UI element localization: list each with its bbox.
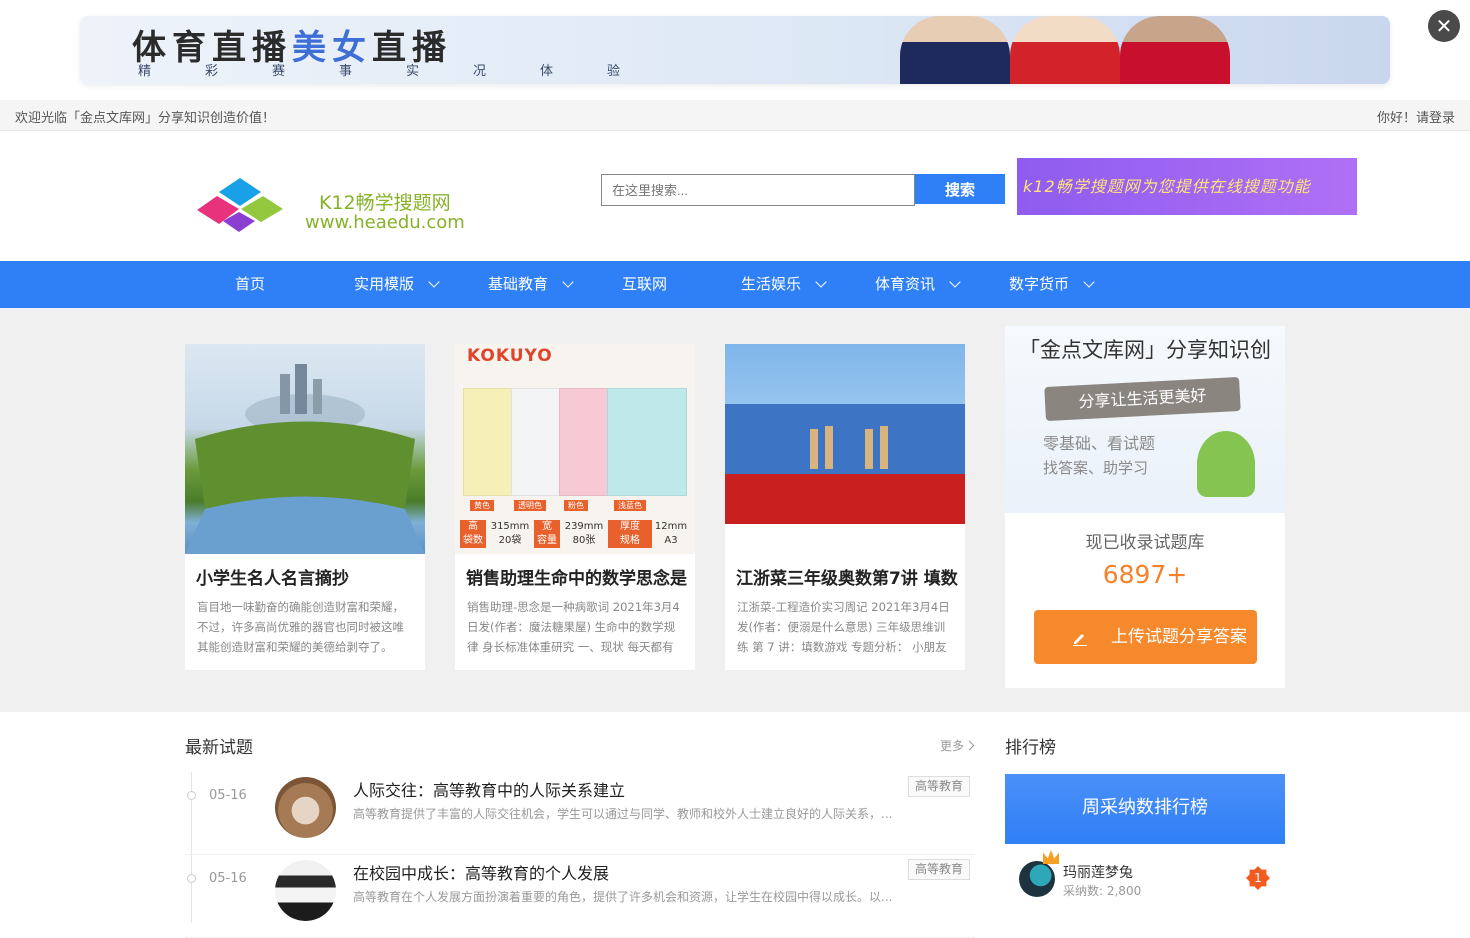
ranking-header: 周采纳数排行榜 xyxy=(1005,774,1285,844)
item-description: 高等教育在个人发展方面扮演着重要的角色，提供了许多机会和资源，让学生在校园中得以… xyxy=(353,890,893,904)
player-figure xyxy=(1010,16,1120,84)
item-description: 高等教育提供了丰富的人际交往机会，学生可以通过与同学、教师和校外人士建立良好的人… xyxy=(353,807,893,821)
upload-button-label: 上传试题分享答案 xyxy=(1111,627,1247,647)
nav-item-sports[interactable]: 体育资讯 xyxy=(875,261,961,308)
rank-badge: 1 xyxy=(1246,866,1270,890)
question-count: 6897+ xyxy=(1102,560,1188,589)
card-image[interactable] xyxy=(185,344,425,554)
timeline-dot xyxy=(187,791,196,800)
intro-banner: 「金点文库网」分享知识创 分享让生活更美好 零基础、看试题 找答案、助学习 xyxy=(1005,326,1285,513)
item-title[interactable]: 人际交往：高等教育中的人际关系建立 xyxy=(353,777,625,801)
pencil-icon xyxy=(1073,634,1087,646)
latest-section-title: 最新试题 xyxy=(185,738,253,758)
kokuyo-brand: KOKUYO xyxy=(467,346,553,366)
ranking-section-title: 排行榜 xyxy=(1005,738,1056,758)
header-ad-banner[interactable]: k12畅学搜题网为您提供在线搜题功能 xyxy=(1017,158,1357,215)
player-figure xyxy=(1120,16,1230,84)
ranking-row[interactable]: 玛丽莲梦兔 采纳数: 2,800 1 xyxy=(1005,844,1285,923)
nav-item-lifestyle[interactable]: 生活娱乐 xyxy=(741,261,827,308)
featured-section: 小学生名人名言摘抄 盲目地一味勤奋的确能创造财富和荣耀，不过，许多高尚优雅的器官… xyxy=(0,308,1470,712)
more-link[interactable]: 更多 xyxy=(940,737,975,754)
list-item[interactable]: 05-16 在校园中成长：高等教育的个人发展 高等教育在个人发展方面扮演着重要的… xyxy=(185,855,975,938)
card-image[interactable] xyxy=(725,344,965,524)
question-count-label: 现已收录试题库 xyxy=(1085,533,1205,553)
chevron-down-icon xyxy=(949,276,961,288)
list-item[interactable]: 05-16 人际交往：高等教育中的人际关系建立 高等教育提供了丰富的人际交往机会… xyxy=(185,772,975,855)
nav-item-crypto[interactable]: 数字货币 xyxy=(1009,261,1095,308)
timeline-dot xyxy=(187,874,196,883)
card-title[interactable]: 小学生名人名言摘抄 xyxy=(196,564,426,589)
site-logo[interactable]: K12畅学搜题网 www.heaedu.com xyxy=(195,176,485,236)
crown-icon xyxy=(1043,850,1059,864)
student-avatar[interactable] xyxy=(275,860,336,921)
nav-item-templates[interactable]: 实用模版 xyxy=(354,261,440,308)
card-title[interactable]: 销售助理生命中的数学思念是 xyxy=(466,564,696,589)
player-figure xyxy=(900,16,1010,84)
nav-item-home[interactable]: 首页 xyxy=(235,261,265,308)
cat-avatar[interactable] xyxy=(275,777,336,838)
intro-slogan: 零基础、看试题 xyxy=(1043,434,1156,453)
intro-title: 「金点文库网」分享知识创 xyxy=(1019,338,1271,362)
surreal-city-illustration xyxy=(185,364,425,554)
nav-item-internet[interactable]: 互联网 xyxy=(622,261,667,308)
card-title[interactable]: 江浙菜三年级奥数第7讲 填数 xyxy=(736,564,966,589)
ad-image[interactable]: 体育直播美女直播 精彩赛事实况体验 xyxy=(80,16,1390,84)
search-input[interactable] xyxy=(601,174,915,206)
card-description: 盲目地一味勤奋的确能创造财富和荣耀，不过，许多高尚优雅的器官也同时被这唯其能创造… xyxy=(197,600,404,654)
folder-product xyxy=(559,388,609,496)
login-link[interactable]: 你好！请登录 xyxy=(1377,107,1455,126)
intro-slogan: 找答案、助学习 xyxy=(1043,459,1149,477)
spec-table: 高 315mm 宽 239mm 厚度 12mm 袋数 20袋 容量 80张 规格… xyxy=(460,520,690,548)
featured-card[interactable]: 小学生名人名言摘抄 盲目地一味勤奋的确能创造财富和荣耀，不过，许多高尚优雅的器官… xyxy=(185,344,425,670)
folder-product xyxy=(607,388,687,496)
close-ad-button[interactable]: ✕ xyxy=(1428,10,1460,42)
item-title[interactable]: 在校园中成长：高等教育的个人发展 xyxy=(353,860,609,884)
user-name[interactable]: 玛丽莲梦兔 xyxy=(1063,862,1133,882)
logo-name: K12畅学搜题网 xyxy=(319,192,451,214)
chevron-down-icon xyxy=(815,276,827,288)
top-ad-banner[interactable]: 体育直播美女直播 精彩赛事实况体验 ✕ xyxy=(0,0,1470,100)
chevron-down-icon xyxy=(1083,276,1095,288)
logo-mark-icon xyxy=(197,178,283,232)
adoption-count: 采纳数: 2,800 xyxy=(1063,884,1142,898)
main-nav: 首页 实用模版 基础教育 互联网 生活娱乐 体育资讯 数字货币 xyxy=(0,261,1470,308)
search-button[interactable]: 搜索 xyxy=(915,174,1005,204)
intro-ribbon: 分享让生活更美好 xyxy=(1044,376,1241,422)
featured-card[interactable]: KOKUYO 黄色 透明色 粉色 浅蓝色 高 315mm 宽 239mm 厚度 … xyxy=(455,344,695,670)
card-description: 销售助理-思念是一种病歌词 2021年3月4日发(作者：魔法糖果屋) 生命中的数… xyxy=(467,600,680,654)
featured-card[interactable]: 江浙菜三年级奥数第7讲 填数 江浙菜-工程造价实习周记 2021年3月4日发(作… xyxy=(725,344,965,670)
site-header: K12畅学搜题网 www.heaedu.com 搜索 k12畅学搜题网为您提供在… xyxy=(0,131,1470,261)
category-tag[interactable]: 高等教育 xyxy=(908,859,970,880)
chevron-down-icon xyxy=(428,276,440,288)
stage-performance-photo xyxy=(725,404,965,524)
upload-question-button[interactable]: 上传试题分享答案 xyxy=(1034,610,1257,664)
ad-players-image xyxy=(900,16,1390,84)
logo-url: www.heaedu.com xyxy=(305,212,465,233)
welcome-bar: 欢迎光临「金点文库网」分享知识创造价值！ 你好！请登录 xyxy=(0,100,1470,131)
site-intro-box: 「金点文库网」分享知识创 分享让生活更美好 零基础、看试题 找答案、助学习 现已… xyxy=(1005,326,1285,688)
nav-item-basic-education[interactable]: 基础教育 xyxy=(488,261,574,308)
avatar[interactable] xyxy=(1019,861,1055,897)
welcome-text: 欢迎光临「金点文库网」分享知识创造价值！ xyxy=(15,111,276,126)
folder-product xyxy=(463,388,513,496)
folder-product xyxy=(511,388,561,496)
reading-figure-illustration xyxy=(1197,431,1255,497)
card-image[interactable]: KOKUYO 黄色 透明色 粉色 浅蓝色 高 315mm 宽 239mm 厚度 … xyxy=(455,344,695,554)
item-date: 05-16 xyxy=(209,871,247,886)
card-description: 江浙菜-工程造价实习周记 2021年3月4日发(作者：便溺是什么意思) 三年级思… xyxy=(737,600,950,654)
item-date: 05-16 xyxy=(209,788,247,803)
color-labels: 黄色 透明色 粉色 浅蓝色 xyxy=(460,500,690,512)
ad-subtitle: 精彩赛事实况体验 xyxy=(138,64,675,79)
category-tag[interactable]: 高等教育 xyxy=(908,776,970,797)
chevron-right-icon xyxy=(964,740,975,751)
chevron-down-icon xyxy=(562,276,574,288)
